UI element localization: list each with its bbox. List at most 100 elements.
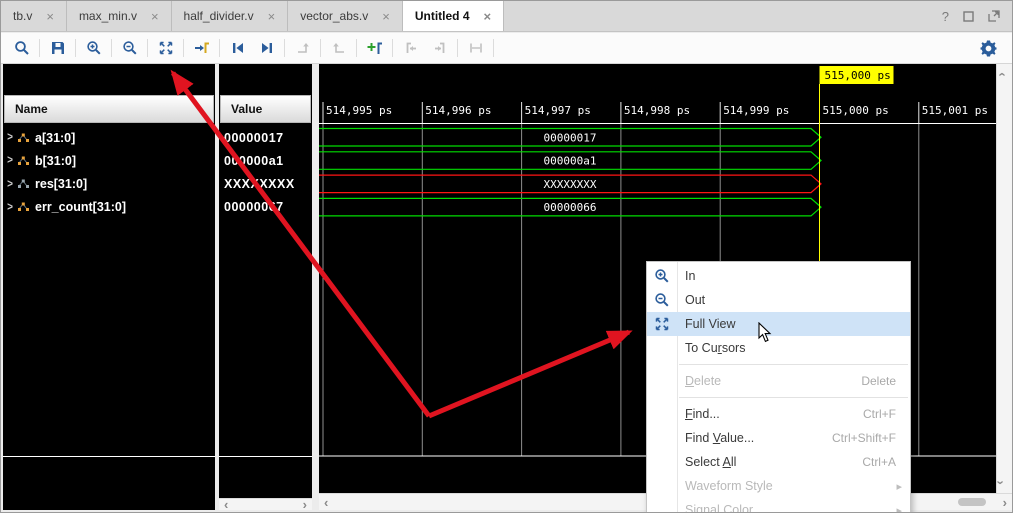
menu-item-waveform-style[interactable]: Waveform Style▸ bbox=[647, 474, 910, 498]
menu-separator bbox=[679, 364, 908, 365]
tab-label: tb.v bbox=[13, 9, 32, 23]
expand-chevron-icon[interactable]: > bbox=[3, 201, 17, 214]
help-icon[interactable]: ? bbox=[942, 10, 949, 23]
float-icon[interactable] bbox=[988, 10, 1000, 22]
context-menu: In Out Full ViewTo Cursors DeleteDelete Find… bbox=[646, 261, 911, 513]
signal-name: err_count[31:0] bbox=[35, 200, 126, 214]
name-column-header[interactable]: Name bbox=[4, 95, 214, 123]
wave-vscrollbar[interactable]: › › bbox=[996, 64, 1012, 493]
tab-untitled-4[interactable]: Untitled 4 × bbox=[403, 1, 504, 31]
scroll-down-icon[interactable]: › bbox=[995, 480, 1008, 484]
scroll-left-icon[interactable]: ‹ bbox=[219, 498, 233, 511]
tab-close-icon[interactable]: × bbox=[151, 10, 159, 23]
scroll-up-icon[interactable]: › bbox=[995, 72, 1008, 76]
next-marker-button[interactable] bbox=[425, 36, 454, 60]
signal-row[interactable]: >b[31:0] bbox=[3, 151, 215, 170]
bus-icon bbox=[17, 201, 30, 213]
waveform-window: tb.v×max_min.v×half_divider.v×vector_abs… bbox=[0, 0, 1013, 513]
expand-chevron-icon[interactable]: > bbox=[3, 177, 17, 190]
signal-value: 00000067 bbox=[224, 198, 312, 217]
toolbar-separator bbox=[356, 39, 357, 57]
menu-item-to-cursors[interactable]: To Cursors bbox=[647, 336, 910, 360]
signal-row[interactable]: > res[31:0] bbox=[3, 175, 215, 194]
search-icon bbox=[14, 40, 30, 56]
signal-name: res[31:0] bbox=[35, 177, 87, 191]
svg-text:00000017: 00000017 bbox=[544, 131, 597, 144]
wave-toolbar bbox=[1, 33, 1012, 64]
tab-close-icon[interactable]: × bbox=[268, 10, 276, 23]
zoom-in-icon bbox=[86, 40, 102, 56]
signal-value: 00000017 bbox=[224, 128, 312, 147]
previous-transition-button[interactable] bbox=[223, 36, 252, 60]
svg-text:514,995 ps: 514,995 ps bbox=[326, 104, 392, 117]
svg-text:515,000 ps: 515,000 ps bbox=[825, 69, 891, 82]
scroll-right-icon[interactable]: › bbox=[298, 498, 312, 511]
signal-value: 000000a1 bbox=[224, 151, 312, 170]
scroll-right-icon[interactable]: › bbox=[998, 496, 1012, 509]
svg-text:515,001 ps: 515,001 ps bbox=[922, 104, 988, 117]
menu-item-in[interactable]: In bbox=[647, 264, 910, 288]
tab-label: max_min.v bbox=[79, 9, 137, 23]
zoom-fit-icon bbox=[647, 316, 677, 332]
swap-cursors-button[interactable] bbox=[288, 36, 317, 60]
previous-transition-icon bbox=[230, 40, 246, 56]
panel-divider-line bbox=[219, 456, 312, 457]
tab-bar: tb.v×max_min.v×half_divider.v×vector_abs… bbox=[1, 1, 1012, 32]
tab-close-icon[interactable]: × bbox=[46, 10, 54, 23]
toolbar-separator bbox=[457, 39, 458, 57]
toolbar-separator bbox=[111, 39, 112, 57]
tab-vector-abs-v[interactable]: vector_abs.v × bbox=[288, 1, 403, 31]
svg-text:00000066: 00000066 bbox=[544, 201, 597, 214]
snap-to-transition-button[interactable] bbox=[324, 36, 353, 60]
signal-name-panel: Name >a[31:0]>b[31:0]>res[31:0]>err_coun… bbox=[3, 64, 215, 510]
signal-row[interactable]: > err_count[31:0] bbox=[3, 198, 215, 217]
next-transition-icon bbox=[259, 40, 275, 56]
zoom-fit-button[interactable] bbox=[151, 36, 180, 60]
menu-item-select-all[interactable]: Select AllCtrl+A bbox=[647, 450, 910, 474]
next-transition-button[interactable] bbox=[252, 36, 281, 60]
swap-cursors-icon bbox=[295, 40, 311, 56]
toolbar-separator bbox=[75, 39, 76, 57]
hscroll-thumb[interactable] bbox=[958, 498, 986, 506]
zoom-out-button[interactable] bbox=[115, 36, 144, 60]
value-panel-hscrollbar[interactable]: ‹ › bbox=[219, 498, 312, 510]
settings-gear-icon[interactable] bbox=[976, 36, 1000, 60]
menu-item-label: Find Value... bbox=[677, 431, 754, 445]
menu-item-signal-color[interactable]: Signal Color▸ bbox=[647, 498, 910, 513]
tab-tb-v[interactable]: tb.v × bbox=[1, 1, 67, 31]
tab-close-icon[interactable]: × bbox=[382, 10, 390, 23]
cursor-gap-button[interactable] bbox=[461, 36, 490, 60]
expand-chevron-icon[interactable]: > bbox=[3, 154, 17, 167]
menu-item-find-value[interactable]: Find Value...Ctrl+Shift+F bbox=[647, 426, 910, 450]
save-button[interactable] bbox=[43, 36, 72, 60]
tab-max-min-v[interactable]: max_min.v × bbox=[67, 1, 172, 31]
tab-close-icon[interactable]: × bbox=[484, 10, 492, 23]
tab-label: half_divider.v bbox=[184, 9, 254, 23]
signal-name: a[31:0] bbox=[35, 131, 75, 145]
menu-shortcut: Ctrl+F bbox=[863, 407, 910, 421]
tab-half-divider-v[interactable]: half_divider.v × bbox=[172, 1, 289, 31]
previous-marker-button[interactable] bbox=[396, 36, 425, 60]
value-column-header[interactable]: Value bbox=[220, 95, 311, 123]
menu-item-find[interactable]: Find...Ctrl+F bbox=[647, 402, 910, 426]
tab-label: vector_abs.v bbox=[300, 9, 368, 23]
search-button[interactable] bbox=[7, 36, 36, 60]
svg-text:514,998 ps: 514,998 ps bbox=[624, 104, 690, 117]
menu-shortcut: Ctrl+A bbox=[862, 455, 910, 469]
signal-row[interactable]: > a[31:0] bbox=[3, 128, 215, 147]
save-icon bbox=[50, 40, 66, 56]
menu-item-out[interactable]: Out bbox=[647, 288, 910, 312]
menu-item-label: Out bbox=[677, 293, 705, 307]
zoom-in-icon bbox=[647, 268, 677, 284]
scroll-left-icon[interactable]: ‹ bbox=[319, 496, 333, 509]
menu-item-delete[interactable]: DeleteDelete bbox=[647, 369, 910, 393]
tab-label: Untitled 4 bbox=[415, 9, 470, 23]
add-marker-button[interactable] bbox=[360, 36, 389, 60]
menu-item-full-view[interactable]: Full View bbox=[647, 312, 910, 336]
zoom-in-button[interactable] bbox=[79, 36, 108, 60]
goto-time-button[interactable] bbox=[187, 36, 216, 60]
toolbar-separator bbox=[219, 39, 220, 57]
svg-text:514,997 ps: 514,997 ps bbox=[525, 104, 591, 117]
maximize-icon[interactable] bbox=[963, 11, 974, 22]
expand-chevron-icon[interactable]: > bbox=[3, 131, 17, 144]
